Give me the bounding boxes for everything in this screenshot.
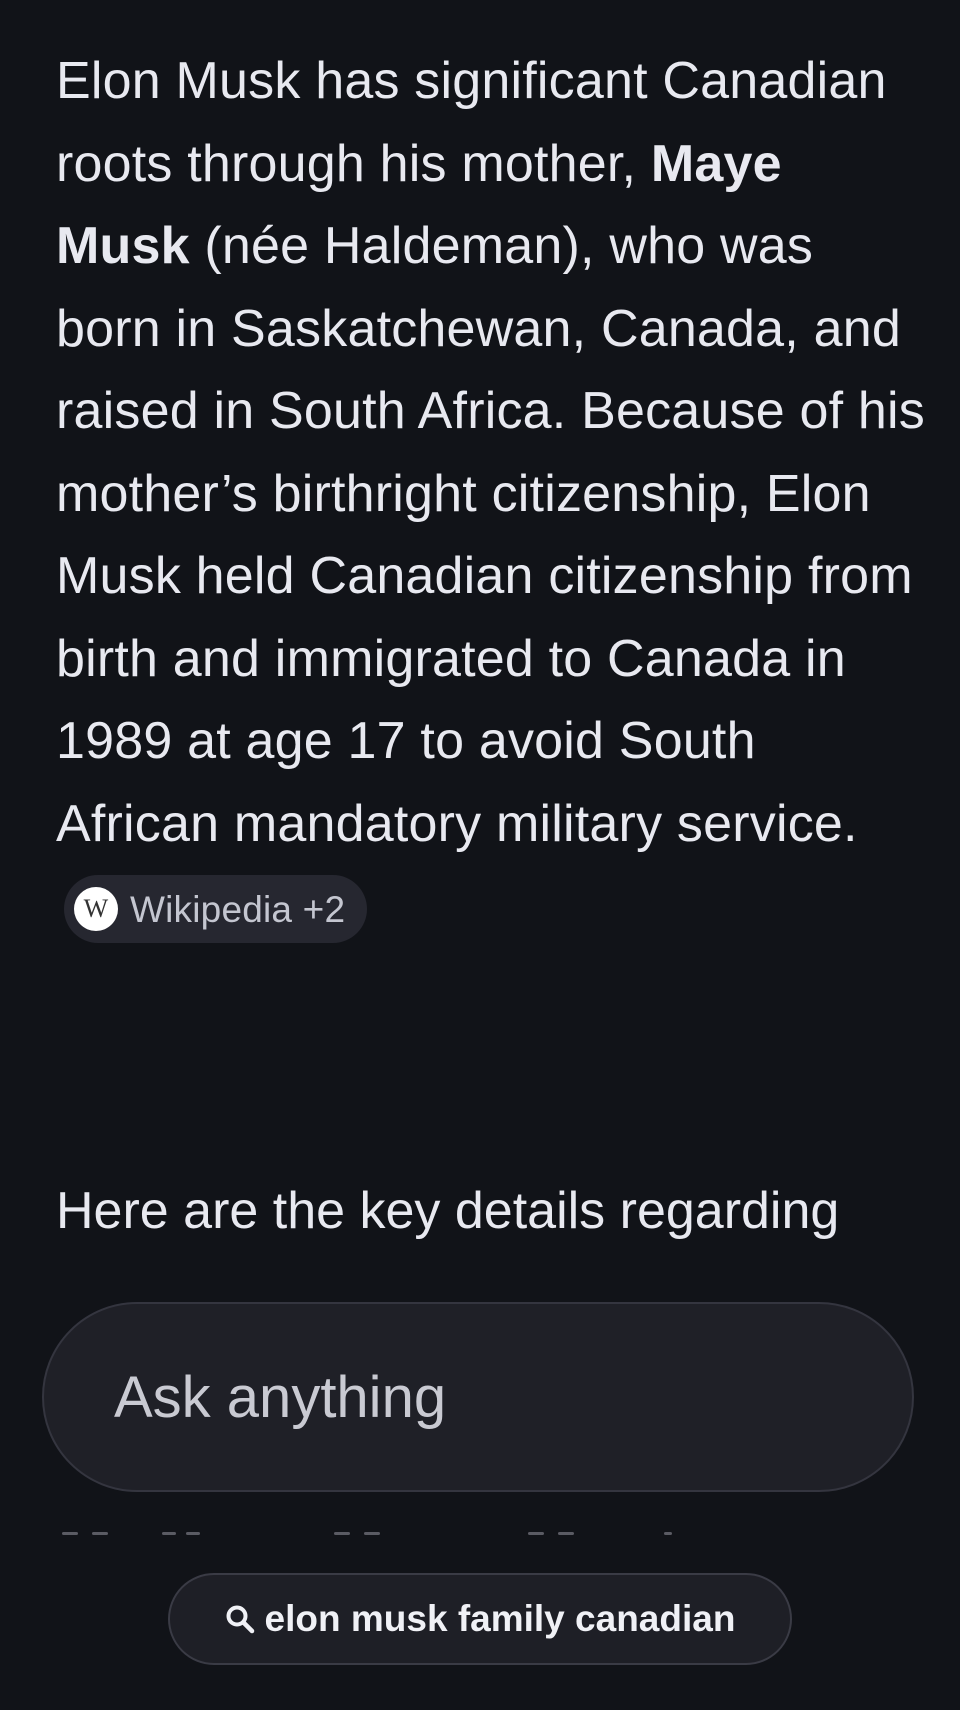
answer-paragraph-2: Here are the key details regarding bbox=[56, 1182, 840, 1240]
scroll-fade-divider bbox=[0, 1532, 960, 1538]
answer-text-end: (née Haldeman), who was born in Saskatch… bbox=[56, 217, 925, 853]
search-suggestion-label: elon musk family canadian bbox=[264, 1598, 736, 1639]
ask-box[interactable] bbox=[42, 1302, 914, 1492]
answer-paragraph: Elon Musk has significant Canadian roots… bbox=[56, 40, 926, 948]
ask-input[interactable] bbox=[112, 1362, 816, 1432]
search-suggestion-button[interactable]: elon musk family canadian bbox=[168, 1573, 792, 1665]
source-chip[interactable]: W Wikipedia +2 bbox=[64, 875, 368, 943]
search-icon bbox=[225, 1604, 255, 1634]
source-chip-label: Wikipedia +2 bbox=[130, 888, 346, 930]
wikipedia-icon: W bbox=[74, 887, 118, 931]
